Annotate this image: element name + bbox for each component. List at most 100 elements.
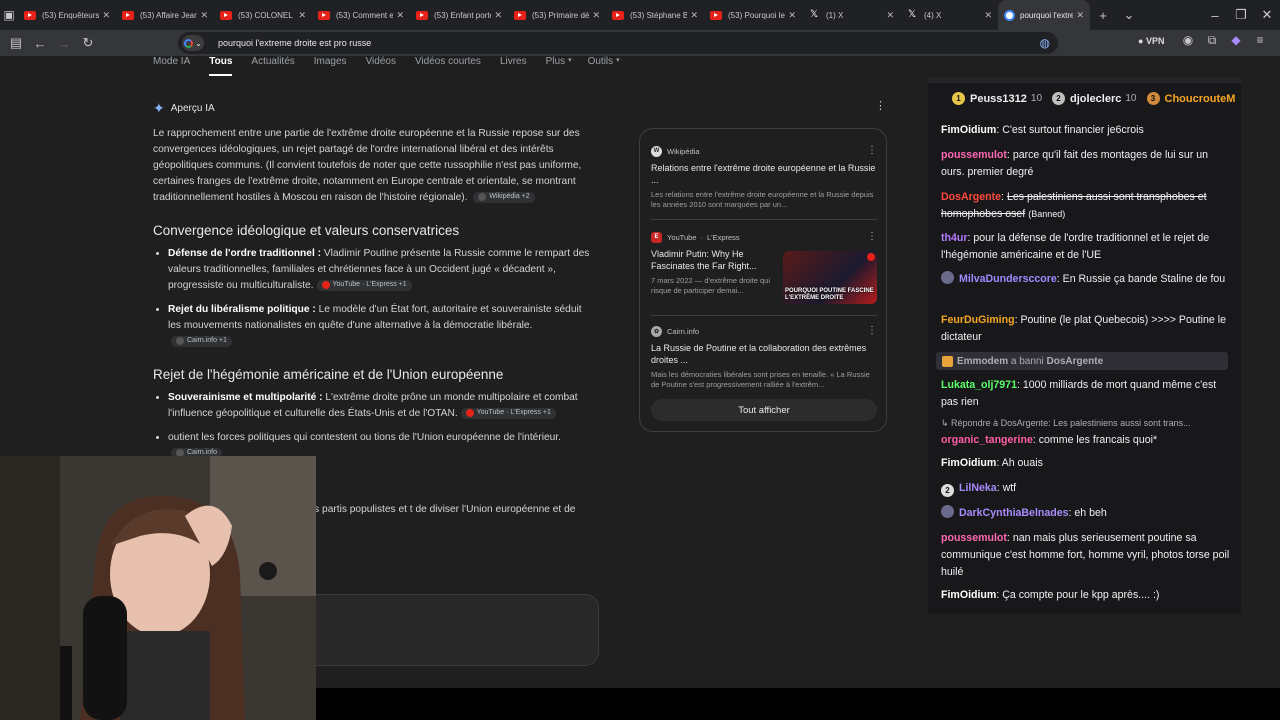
source-sub: L'Express <box>706 232 740 242</box>
source-title[interactable]: Vladimir Putin: Why He Fascinates the Fa… <box>651 248 769 272</box>
nav-item-0[interactable]: Mode IA <box>153 56 190 76</box>
chat-username[interactable]: FimOidium <box>941 124 996 136</box>
tab-actions-icon[interactable]: ▣ <box>0 0 18 30</box>
menu-icon[interactable]: ≡ <box>1248 33 1272 48</box>
chat-username[interactable]: th4ur <box>941 232 967 244</box>
youtube-icon <box>710 10 722 20</box>
source-favicon-icon <box>321 281 330 290</box>
nav-item-1[interactable]: Tous <box>209 56 233 76</box>
tab-label: (53) COLONEL RE <box>238 10 295 20</box>
chat-username[interactable]: FimOidium <box>941 589 996 601</box>
url-text[interactable]: pourquoi l'extreme droite est pro russe <box>218 38 371 48</box>
more-options-icon[interactable]: ⋮ <box>875 99 886 112</box>
chat-username[interactable]: FimOidium <box>941 457 996 469</box>
divider <box>651 219 877 220</box>
tab-2[interactable]: (53) COLONEL RE✕ <box>214 0 312 30</box>
nav-item-8[interactable]: Outils <box>588 56 614 76</box>
forward-icon[interactable]: → <box>52 31 76 55</box>
tab-8[interactable]: 𝕏 (1) X ✕ <box>802 0 900 30</box>
source-menu-icon[interactable]: ⋮ <box>867 145 877 156</box>
chat-username[interactable]: LilNeka <box>959 482 997 494</box>
source-card-youtube[interactable]: E YouTube · L'Express ⋮ Vladimir Putin: Why… <box>651 231 877 304</box>
chat-username[interactable]: FeurDuGiming <box>941 314 1015 326</box>
translate-icon[interactable]: ◍ <box>1040 36 1050 50</box>
nav-item-4[interactable]: Vidéos <box>366 56 396 76</box>
source-card-cairn[interactable]: ✿ Cairn.info ⋮ La Russie de Poutine et la… <box>651 325 877 390</box>
nav-item-3[interactable]: Images <box>314 56 347 76</box>
chat-username[interactable]: DarkCynthiaBelnades <box>959 507 1069 519</box>
chat-username[interactable]: poussemulot <box>941 532 1007 544</box>
tab-search-icon[interactable]: ⌄ <box>1116 7 1142 23</box>
close-tab-icon[interactable]: ✕ <box>200 10 208 21</box>
sub-badge-icon: 2 <box>941 484 954 497</box>
nav-item-2[interactable]: Actualités <box>251 56 294 76</box>
close-tab-icon[interactable]: ✕ <box>298 10 306 21</box>
tab-6[interactable]: (53) Stéphane Bo ✕ <box>606 0 704 30</box>
chat-top-bar <box>928 78 1241 83</box>
tab-1[interactable]: (53) Affaire Jean ✕ <box>116 0 214 30</box>
tab-7[interactable]: (53) Pourquoi le L ✕ <box>704 0 802 30</box>
source-menu-icon[interactable]: ⋮ <box>867 325 877 336</box>
tab-0[interactable]: (53) Enquêteurs d✕ <box>18 0 116 30</box>
nav-item-7[interactable]: Plus <box>546 56 565 76</box>
reload-icon[interactable]: ↻ <box>76 31 100 55</box>
tab-5[interactable]: (53) Primaire dém✕ <box>508 0 606 30</box>
thumbnail-text: POURQUOI POUTINE FASCINE L'EXTRÊME DROIT… <box>785 288 874 301</box>
close-tab-icon[interactable]: ✕ <box>494 10 502 21</box>
chip-label: YouTube · L'Express +1 <box>332 281 407 289</box>
chat-username[interactable]: MilvaDundersccore <box>959 273 1057 285</box>
chevron-down-icon: ▾ <box>616 57 620 64</box>
chat-username[interactable]: Lukata_olj7971 <box>941 379 1017 391</box>
bullet-item: Défense de l'ordre traditionnel : Vladim… <box>168 246 593 294</box>
tab-4[interactable]: (53) Enfant porté ✕ <box>410 0 508 30</box>
vpn-button[interactable]: ● VPN <box>1138 36 1164 46</box>
minimize-icon[interactable]: – <box>1202 8 1228 23</box>
source-title[interactable]: La Russie de Poutine et la collaboration… <box>651 342 877 366</box>
youtube-icon <box>612 10 624 20</box>
video-thumbnail[interactable]: POURQUOI POUTINE FASCINE L'EXTRÊME DROIT… <box>783 251 877 304</box>
new-tab-icon[interactable]: + <box>1090 8 1116 23</box>
chat-username[interactable]: organic_tangerine <box>941 434 1033 446</box>
wikipedia-icon <box>478 193 487 202</box>
tab-label: (53) Primaire dém <box>532 10 590 20</box>
bullet-item: Rejet du libéralisme politique : Le modè… <box>168 302 593 350</box>
aria-icon[interactable]: ◆ <box>1224 33 1248 48</box>
close-tab-icon[interactable]: ✕ <box>396 10 404 21</box>
source-chip[interactable]: YouTube · L'Express +1 <box>460 407 556 419</box>
leader-name[interactable]: djoleclerc <box>1070 93 1121 105</box>
close-tab-icon[interactable]: ✕ <box>592 10 600 21</box>
nav-item-6[interactable]: Livres <box>500 56 527 76</box>
source-card-wikipedia[interactable]: W Wikipédia ⋮ Relations entre l'extrême d… <box>651 145 877 210</box>
source-chip[interactable]: Cairn.info +1 <box>171 335 232 347</box>
restore-icon[interactable]: ❐ <box>1228 7 1254 23</box>
address-bar[interactable]: ⌄ pourquoi l'extreme droite est pro russ… <box>178 32 1058 54</box>
tab-9[interactable]: 𝕏 (4) X ✕ <box>900 0 998 30</box>
chat-username[interactable]: poussemulot <box>941 149 1007 161</box>
source-title[interactable]: Relations entre l'extrême droite europée… <box>651 162 877 186</box>
close-window-icon[interactable]: ✕ <box>1254 7 1280 23</box>
close-tab-icon[interactable]: ✕ <box>690 10 698 21</box>
close-tab-icon[interactable]: ✕ <box>984 10 992 21</box>
nav-item-5[interactable]: Vidéos courtes <box>415 56 481 76</box>
source-chip[interactable]: YouTube · L'Express +1 <box>316 279 412 291</box>
back-icon[interactable]: ← <box>28 31 52 55</box>
tab-3[interactable]: (53) Comment et ✕ <box>312 0 410 30</box>
close-tab-icon[interactable]: ✕ <box>1076 10 1084 21</box>
leader-name[interactable]: ChoucrouteM <box>1165 93 1236 105</box>
close-tab-icon[interactable]: ✕ <box>788 10 796 21</box>
close-tab-icon[interactable]: ✕ <box>102 10 110 21</box>
extensions-icon[interactable]: ⧉ <box>1200 33 1224 48</box>
sidebar-icon[interactable]: ▤ <box>4 31 28 55</box>
cairn-icon: ✿ <box>651 325 662 337</box>
tab-10[interactable]: pourquoi l'extrem✕ <box>998 0 1090 30</box>
chat-username[interactable]: DosArgente <box>941 191 1001 203</box>
google-icon[interactable]: ⌄ <box>182 35 204 51</box>
close-tab-icon[interactable]: ✕ <box>886 10 894 21</box>
source-menu-icon[interactable]: ⋮ <box>867 231 877 242</box>
source-site: Cairn.info <box>667 326 700 336</box>
chip-label: Wikipédia +2 <box>489 193 530 201</box>
profile-icon[interactable]: ◉ <box>1176 33 1200 48</box>
source-chip[interactable]: Wikipédia +2 <box>473 191 535 203</box>
leader-name[interactable]: Peuss1312 <box>970 93 1027 105</box>
show-all-button[interactable]: Tout afficher <box>651 399 877 421</box>
